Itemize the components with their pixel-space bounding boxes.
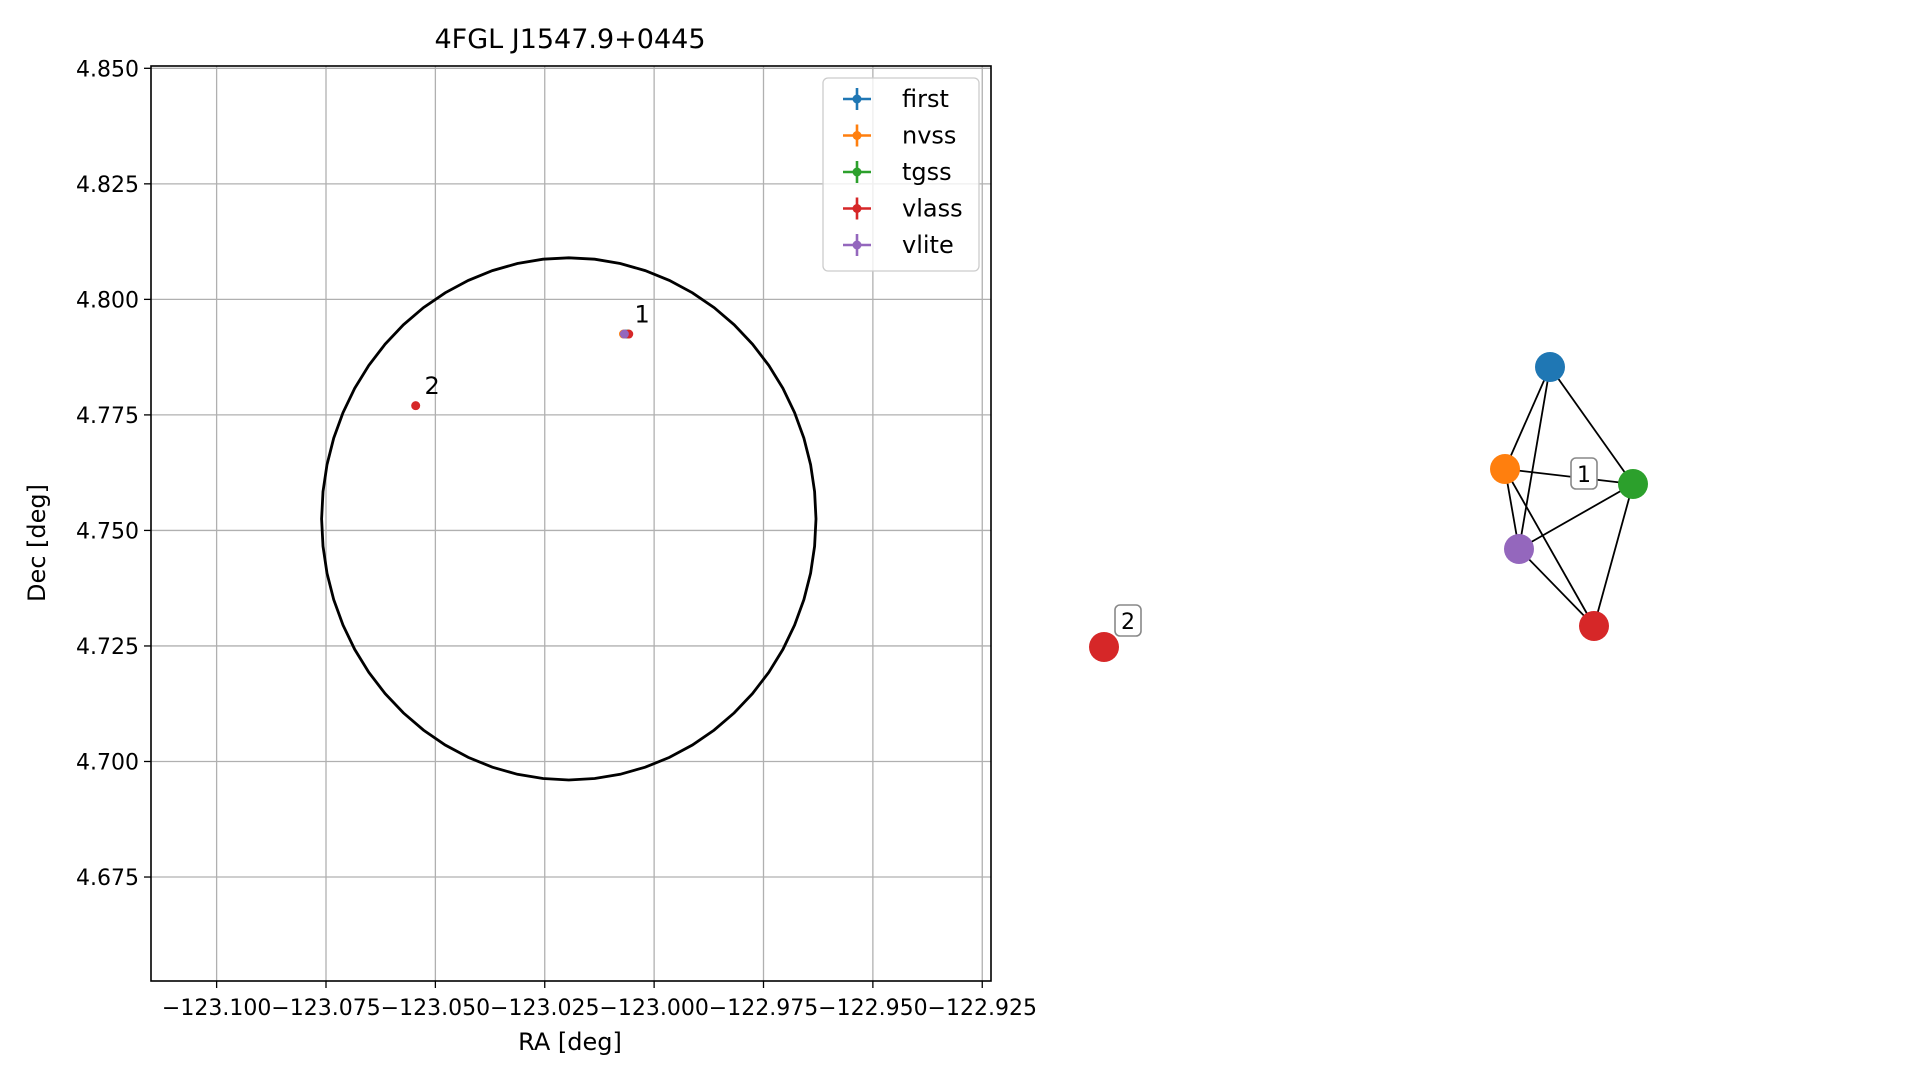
legend-label: vlass [902, 195, 963, 223]
point-annotation: 1 [634, 300, 649, 328]
legend-label: tgss [902, 158, 952, 186]
network-node-vlite [1504, 534, 1534, 564]
y-tick-label: 4.825 [76, 173, 139, 198]
y-tick-label: 4.850 [76, 57, 139, 82]
legend-marker-dot [852, 240, 862, 250]
legend: first nvss tgss vlass vlite [822, 77, 980, 272]
x-tick-label: −122.925 [928, 996, 1037, 1021]
legend-marker-dot [852, 204, 862, 213]
network-node-nvss [1490, 454, 1520, 484]
y-tick-label: 4.775 [76, 404, 139, 429]
network-node-tgss [1618, 469, 1648, 499]
network-node-first [1535, 352, 1565, 382]
legend-marker-dot [852, 94, 862, 104]
legend-box [822, 77, 980, 272]
legend-label: vlite [902, 231, 954, 259]
figure: 4FGL J1547.9+0445 RA [deg] Dec [deg] −12… [0, 0, 1919, 1080]
x-tick-label: −123.075 [271, 996, 380, 1021]
point-annotation: 2 [424, 372, 439, 400]
y-tick-label: 4.725 [76, 635, 139, 660]
legend-marker-dot [852, 131, 862, 140]
legend-marker-dot [852, 167, 862, 177]
y-tick-label: 4.750 [76, 519, 139, 544]
x-axis-label: RA [deg] [518, 1028, 622, 1056]
network-node-vlass [1089, 632, 1119, 662]
network-node-vlass [1579, 611, 1609, 641]
legend-label: nvss [902, 122, 956, 150]
y-tick-label: 4.700 [76, 750, 139, 775]
y-tick-label: 4.800 [76, 288, 139, 313]
network-group-label: 1 [1577, 463, 1591, 488]
y-axis-label: Dec [deg] [23, 484, 51, 602]
legend-label: first [902, 85, 949, 113]
y-tick-label: 4.675 [76, 866, 139, 891]
x-tick-label: −123.000 [599, 996, 708, 1021]
x-tick-label: −122.975 [709, 996, 818, 1021]
x-tick-label: −123.100 [162, 996, 271, 1021]
chart-title: 4FGL J1547.9+0445 [434, 24, 705, 55]
x-tick-label: −123.050 [381, 996, 490, 1021]
network-group-label: 2 [1121, 610, 1135, 635]
x-tick-label: −122.950 [818, 996, 927, 1021]
point-vlass [411, 401, 421, 411]
point-vlite [619, 329, 629, 339]
x-tick-label: −123.025 [490, 996, 599, 1021]
